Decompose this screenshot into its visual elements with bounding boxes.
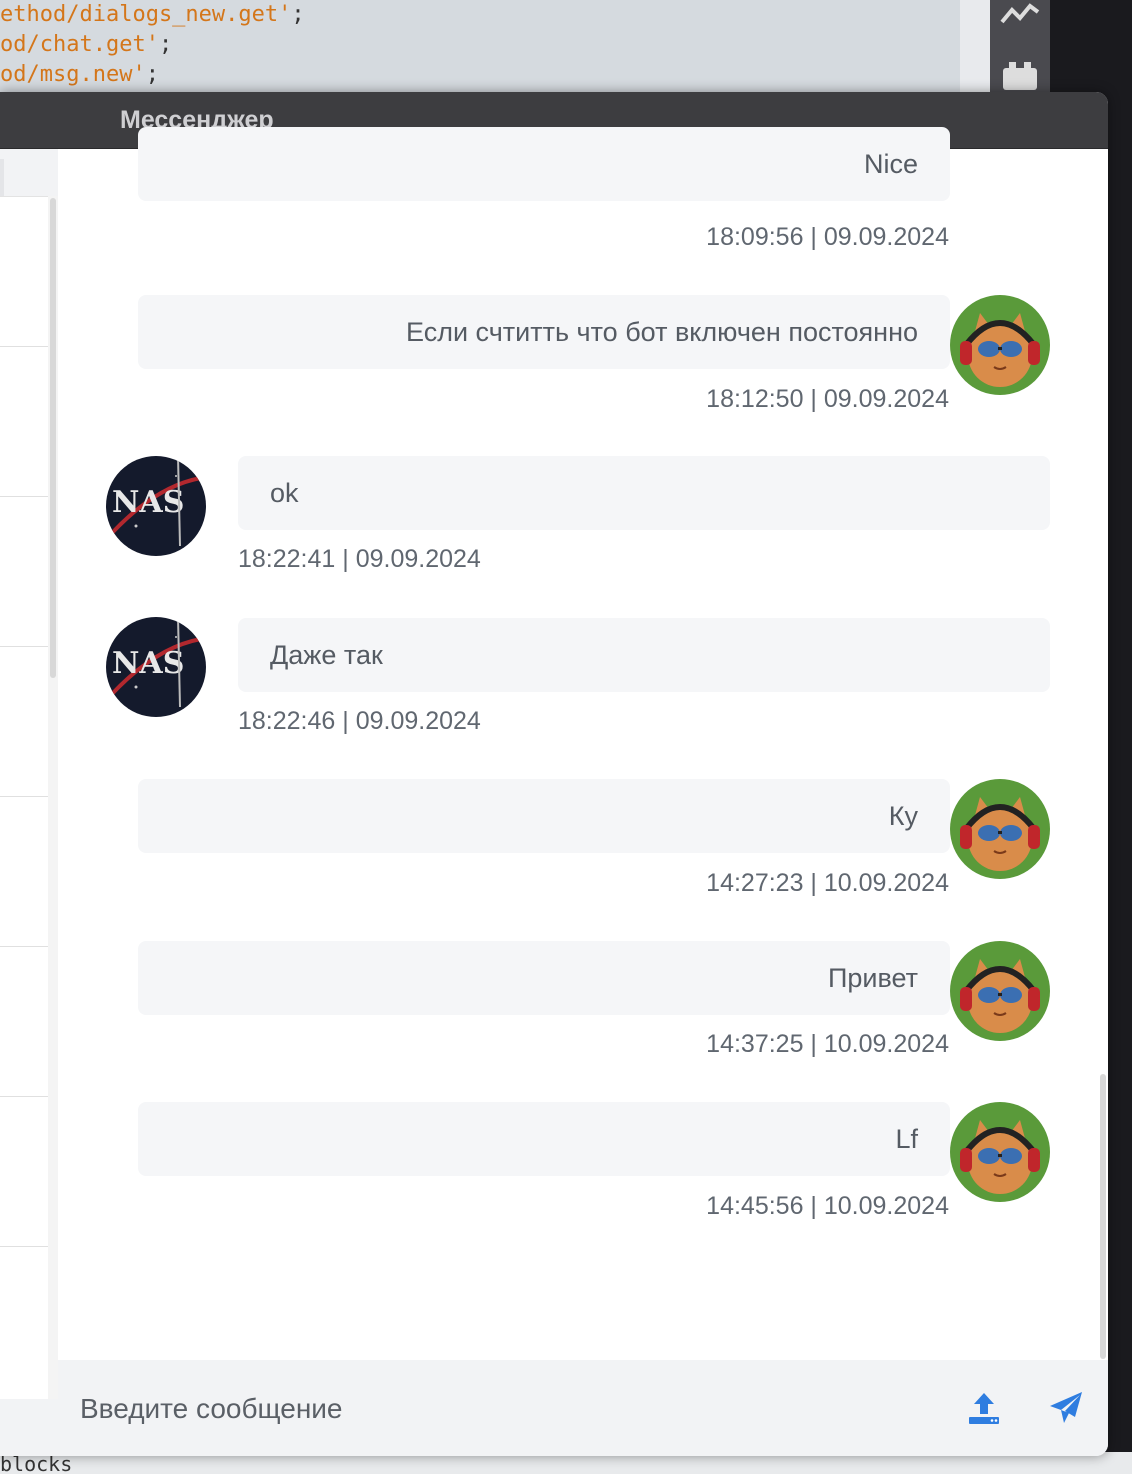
message-timestamp: 14:45:56 | 10.09.2024: [706, 1192, 949, 1220]
message-text: Lf: [895, 1124, 918, 1154]
cat-avatar[interactable]: [950, 779, 1050, 879]
nasa-avatar-image: NAS: [106, 456, 206, 556]
code-line: od/msg.new';: [0, 62, 159, 87]
scrollbar-thumb[interactable]: [1100, 1074, 1106, 1359]
list-item[interactable]: [0, 496, 48, 497]
message-text: Если счтитть что бот включен постоянно: [406, 317, 918, 347]
message-bubble-outgoing[interactable]: Если счтитть что бот включен постоянно: [138, 295, 950, 369]
message-timestamp: 14:27:23 | 10.09.2024: [706, 869, 949, 897]
message-timestamp: 14:37:25 | 10.09.2024: [706, 1030, 949, 1058]
code-line: od/chat.get';: [0, 32, 173, 57]
message-timestamp: 18:22:41 | 09.09.2024: [238, 545, 481, 573]
nasa-avatar[interactable]: NAS: [106, 456, 206, 556]
message-bubble-outgoing[interactable]: Привет: [138, 941, 950, 1015]
list-item[interactable]: [0, 346, 48, 347]
code-line: ethod/dialogs_new.get';: [0, 2, 305, 27]
chat-scrollbar[interactable]: [1098, 149, 1108, 1360]
message-bubble-incoming[interactable]: ok: [238, 456, 1050, 530]
cat-avatar-image: [950, 295, 1050, 395]
message-timestamp: 18:12:50 | 09.09.2024: [706, 385, 949, 413]
list-item[interactable]: [0, 946, 48, 947]
svg-text:NAS: NAS: [112, 646, 184, 681]
list-item[interactable]: [0, 1246, 48, 1247]
message-bubble-outgoing[interactable]: Ку: [138, 779, 950, 853]
background-code-editor: ethod/dialogs_new.get'; od/chat.get'; od…: [0, 0, 960, 100]
message-text: Привет: [827, 963, 918, 993]
list-item[interactable]: [0, 646, 48, 647]
message-bubble-outgoing[interactable]: Nice: [138, 127, 950, 201]
cat-avatar-image: [950, 941, 1050, 1041]
message-text: Nice: [863, 149, 918, 179]
message-bubble-outgoing[interactable]: Lf: [138, 1102, 950, 1176]
cat-avatar[interactable]: [950, 941, 1050, 1041]
dialog-list-scrollbar[interactable]: [48, 196, 58, 1399]
cat-avatar-image: [950, 1102, 1050, 1202]
list-item[interactable]: [0, 796, 48, 797]
message-text: Ку: [888, 801, 918, 831]
scrollbar-thumb[interactable]: [50, 198, 56, 678]
list-item[interactable]: [0, 1096, 48, 1097]
side-toolbar: [990, 0, 1050, 100]
chat-messages: Nice 18:09:56 | 09.09.2024 Если счтитть …: [58, 127, 1098, 1360]
plugin-icon[interactable]: [1000, 60, 1040, 90]
nasa-avatar-image: NAS: [106, 617, 206, 717]
svg-text:NAS: NAS: [112, 485, 184, 520]
message-timestamp: 18:22:46 | 09.09.2024: [238, 707, 481, 735]
message-bubble-incoming[interactable]: Даже так: [238, 618, 1050, 692]
message-text: Даже так: [270, 640, 383, 670]
message-text: ok: [270, 478, 299, 508]
cat-avatar[interactable]: [950, 1102, 1050, 1202]
send-icon[interactable]: [1048, 1390, 1084, 1426]
message-timestamp: 18:09:56 | 09.09.2024: [706, 223, 949, 251]
messenger-window: Мессенджер Nice 18:09:56 | 09.09.2024 Ес…: [0, 92, 1108, 1456]
nasa-avatar[interactable]: NAS: [106, 617, 206, 717]
upload-icon[interactable]: [966, 1390, 1002, 1426]
activity-icon[interactable]: [1000, 0, 1040, 30]
editor-rail: [960, 0, 990, 100]
cat-avatar[interactable]: [950, 295, 1050, 395]
message-input[interactable]: [80, 1384, 940, 1434]
message-composer: [58, 1360, 1108, 1456]
cat-avatar-image: [950, 779, 1050, 879]
dialog-list: [0, 196, 48, 1399]
